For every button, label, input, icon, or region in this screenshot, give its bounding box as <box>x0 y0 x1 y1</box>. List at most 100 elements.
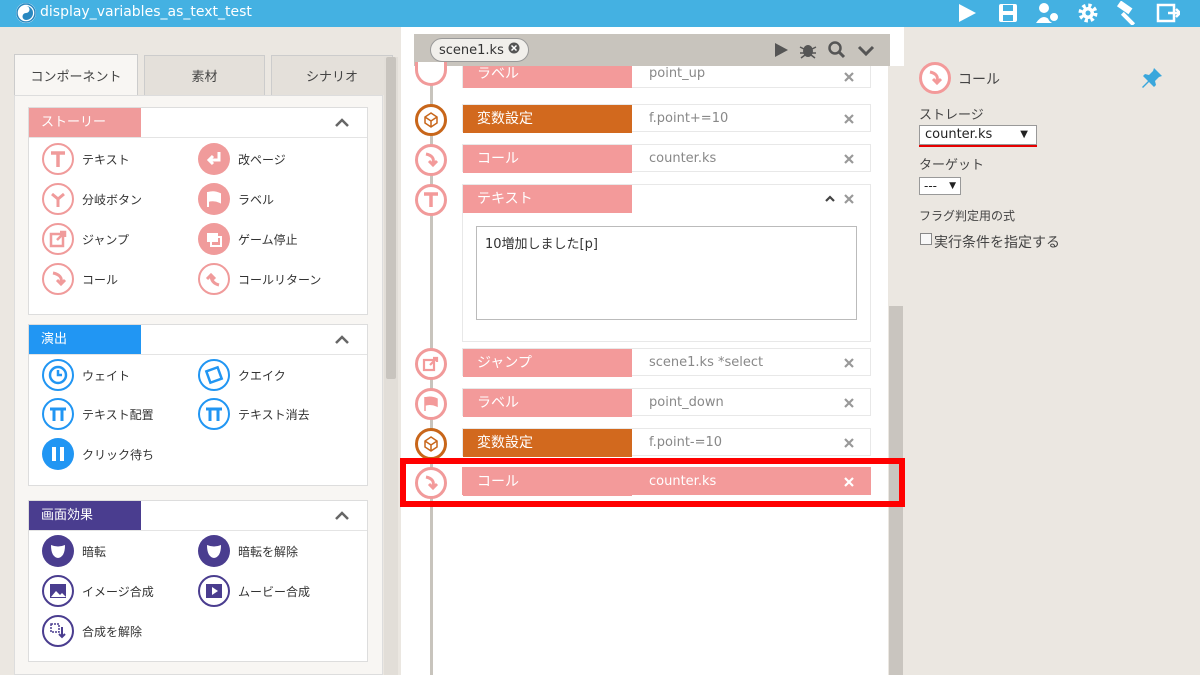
editor-row-label[interactable]: ラベル point_up <box>462 66 871 88</box>
component-label: ムービー合成 <box>238 584 311 599</box>
bug-icon[interactable] <box>798 40 818 60</box>
component-movie-composite[interactable]: ムービー合成 <box>198 575 310 607</box>
variable-cube-icon <box>415 104 447 136</box>
chevron-up-icon[interactable] <box>824 193 836 205</box>
editor-row-call[interactable]: コール counter.ks <box>462 144 871 173</box>
users-gear-icon[interactable] <box>1035 2 1059 24</box>
hammer-icon[interactable] <box>1116 1 1140 25</box>
tab-scenario[interactable]: シナリオ <box>271 55 393 95</box>
close-icon[interactable] <box>842 70 856 84</box>
component-label: テキスト消去 <box>238 407 310 422</box>
component-label[interactable]: ラベル <box>198 183 274 215</box>
component-label: 改ページ <box>238 152 286 167</box>
target-select[interactable]: --- ▼ <box>919 177 961 195</box>
component-label: 合成を解除 <box>82 624 143 639</box>
return-arrow-icon <box>198 143 230 175</box>
dropdown-arrow-icon: ▼ <box>1020 129 1028 140</box>
close-icon[interactable] <box>842 436 856 450</box>
condition-checkbox[interactable] <box>920 233 932 245</box>
storage-select-value: counter.ks <box>925 127 993 142</box>
component-label: ウェイト <box>82 368 131 383</box>
close-icon[interactable] <box>842 152 856 166</box>
component-call-return[interactable]: コールリターン <box>198 263 321 295</box>
component-call[interactable]: コール <box>42 263 118 295</box>
chevron-up-icon[interactable] <box>333 331 351 349</box>
category-screen-header[interactable]: 画面効果 <box>29 501 367 531</box>
row-label: ラベル <box>463 66 632 88</box>
row-value: f.point+=10 <box>649 111 729 126</box>
chevron-up-icon[interactable] <box>333 114 351 132</box>
play-icon[interactable] <box>955 2 979 24</box>
text-content-field[interactable] <box>476 226 857 320</box>
row-label: 変数設定 <box>463 105 632 133</box>
component-image-composite[interactable]: イメージ合成 <box>42 575 154 607</box>
component-game-stop[interactable]: ゲーム停止 <box>198 223 298 255</box>
export-icon[interactable] <box>1156 2 1180 24</box>
editor-row-variable-down[interactable]: 変数設定 f.point-=10 <box>462 428 871 457</box>
editor-row-label-down[interactable]: ラベル point_down <box>462 388 871 417</box>
title-bar: display_variables_as_text_test <box>0 0 1200 27</box>
component-text[interactable]: テキスト <box>42 143 130 175</box>
file-tab-label: scene1.ks <box>439 42 504 58</box>
close-icon[interactable] <box>842 356 856 370</box>
component-label: テキスト <box>82 152 130 167</box>
component-text-layout[interactable]: テキスト配置 <box>42 398 154 430</box>
close-tab-icon[interactable] <box>508 42 520 58</box>
search-icon[interactable] <box>827 40 847 60</box>
pause-icon <box>42 438 74 470</box>
chevron-up-icon[interactable] <box>333 507 351 525</box>
row-label: 変数設定 <box>463 429 632 457</box>
component-label: コール <box>82 272 119 287</box>
app-logo-icon <box>16 3 36 23</box>
row-value: scene1.ks *select <box>649 355 764 370</box>
component-quake[interactable]: クエイク <box>198 359 286 391</box>
storage-select[interactable]: counter.ks ▼ <box>919 125 1037 145</box>
selection-highlight <box>400 458 905 507</box>
props-title: コール <box>958 72 1000 88</box>
pin-icon[interactable] <box>1140 66 1164 90</box>
image-icon <box>42 575 74 607</box>
component-click-wait[interactable]: クリック待ち <box>42 438 154 470</box>
component-composite-clear[interactable]: 合成を解除 <box>42 615 142 647</box>
category-screen-title: 画面効果 <box>29 501 141 530</box>
component-branch-button[interactable]: 分岐ボタン <box>42 183 142 215</box>
file-tab-scene1[interactable]: scene1.ks <box>430 38 529 62</box>
gear-icon[interactable] <box>1076 2 1100 24</box>
tab-components-label: コンポーネント <box>30 70 122 85</box>
component-label: テキスト配置 <box>82 407 154 422</box>
category-story-header[interactable]: ストーリー <box>29 108 367 138</box>
category-staging-header[interactable]: 演出 <box>29 325 367 355</box>
close-icon[interactable] <box>842 396 856 410</box>
row-label: ジャンプ <box>463 349 632 377</box>
play-icon[interactable] <box>771 40 791 60</box>
component-label: ジャンプ <box>82 232 130 247</box>
close-icon[interactable] <box>842 112 856 126</box>
row-value: point_up <box>649 66 706 81</box>
flag-icon <box>198 183 230 215</box>
close-icon[interactable] <box>842 192 856 206</box>
category-story-title: ストーリー <box>29 108 141 137</box>
component-page-break[interactable]: 改ページ <box>198 143 286 175</box>
component-label: ゲーム停止 <box>238 232 298 247</box>
component-fade-out[interactable]: 暗転 <box>42 535 106 567</box>
tab-components[interactable]: コンポーネント <box>14 54 138 96</box>
chevron-down-icon[interactable] <box>856 40 876 60</box>
save-icon[interactable] <box>996 2 1020 24</box>
component-text-clear[interactable]: テキスト消去 <box>198 398 310 430</box>
row-label: テキスト <box>463 185 632 213</box>
component-wait[interactable]: ウェイト <box>42 359 130 391</box>
tab-scenario-label: シナリオ <box>305 70 358 85</box>
mask-icon <box>42 535 74 567</box>
editor-row-variable[interactable]: 変数設定 f.point+=10 <box>462 104 871 133</box>
tab-assets[interactable]: 素材 <box>144 55 265 95</box>
component-jump[interactable]: ジャンプ <box>42 223 129 255</box>
call-arrow-icon <box>42 263 74 295</box>
component-fade-in[interactable]: 暗転を解除 <box>198 535 298 567</box>
condition-label: 実行条件を指定する <box>934 235 1060 251</box>
film-icon <box>198 575 230 607</box>
jump-arrow-icon <box>42 223 74 255</box>
left-scrollbar-thumb[interactable] <box>386 57 396 379</box>
return-arrow-icon <box>198 263 230 295</box>
row-label: ラベル <box>463 389 632 417</box>
editor-row-jump[interactable]: ジャンプ scene1.ks *select <box>462 348 871 377</box>
